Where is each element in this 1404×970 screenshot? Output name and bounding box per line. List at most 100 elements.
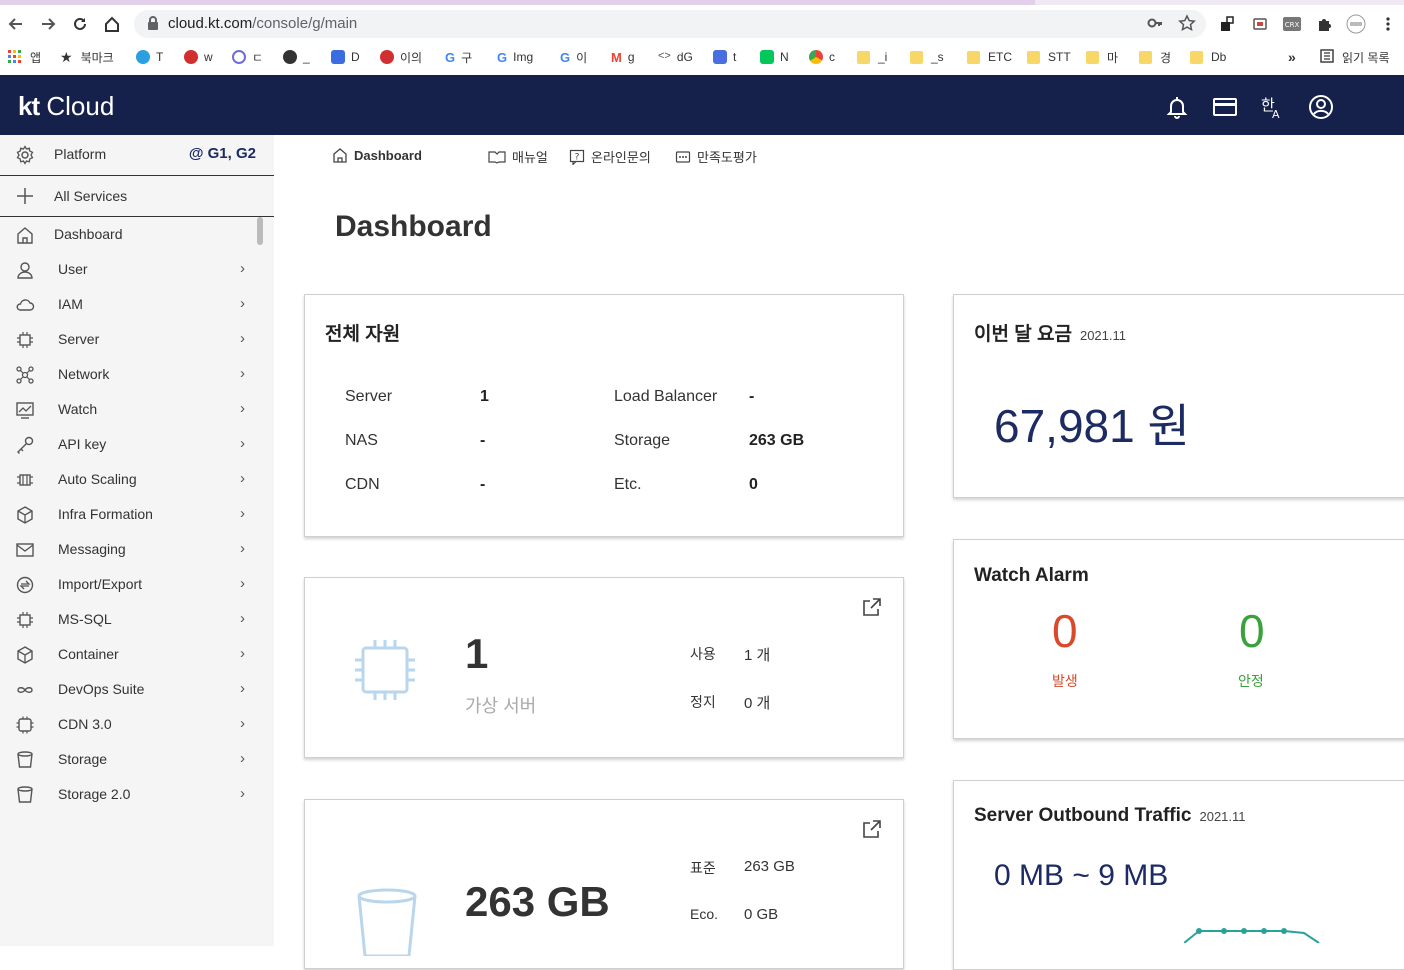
external-link-icon[interactable]	[861, 818, 885, 842]
server-status-value: 0 개	[744, 695, 771, 712]
resource-value: 1	[480, 388, 489, 405]
key-icon[interactable]	[1146, 14, 1164, 37]
bookmark-item[interactable]: ㄷ	[232, 47, 263, 67]
sidebar-item-api-key[interactable]: API key ›	[0, 427, 274, 462]
resource-label: CDN	[345, 476, 380, 493]
card-title: Server Outbound Traffic 2021.11	[974, 805, 1246, 826]
sidebar-item-storage-2[interactable]: Storage 2.0 ›	[0, 777, 274, 812]
bookmark-item[interactable]: <> dG	[658, 47, 693, 67]
extension-icon[interactable]	[1217, 14, 1237, 34]
bookmark-folder[interactable]: _s	[910, 47, 944, 67]
network-icon	[15, 365, 35, 385]
sidebar-item-dashboard[interactable]: Dashboard	[0, 217, 274, 252]
chevron-right-icon: ›	[240, 400, 245, 417]
chevron-right-icon: ›	[240, 610, 245, 627]
bookmark-item[interactable]: t	[713, 47, 736, 67]
kt-cloud-logo[interactable]: kt Cloud	[18, 91, 114, 122]
svg-text:A: A	[1272, 108, 1280, 120]
bookmark-item[interactable]: D	[331, 47, 360, 67]
sidebar-item-devops-suite[interactable]: DevOps Suite ›	[0, 672, 274, 707]
nav-survey-link[interactable]: 만족도평가	[675, 147, 757, 166]
server-status-value: 1 개	[744, 647, 771, 664]
sidebar-item-ms-sql[interactable]: MS-SQL ›	[0, 602, 274, 637]
star-icon[interactable]	[1178, 14, 1196, 37]
nav-manual-link[interactable]: 매뉴얼	[488, 147, 548, 166]
all-services-button[interactable]: All Services	[0, 176, 274, 217]
bookmark-item[interactable]: G Img	[497, 47, 533, 67]
sidebar-item-label: MS-SQL	[58, 611, 112, 627]
sidebar-item-messaging[interactable]: Messaging ›	[0, 532, 274, 567]
bookmark-item[interactable]: 이의	[380, 47, 422, 67]
star-bookmark-icon: ★	[60, 48, 73, 65]
google-icon: G	[497, 50, 508, 65]
bookmark-item[interactable]: G이	[560, 47, 587, 67]
sidebar-item-user[interactable]: User ›	[0, 252, 274, 287]
bookmark-folder[interactable]: 마	[1086, 47, 1118, 67]
bookmark-folder[interactable]: STT	[1027, 47, 1071, 67]
bookmark-item[interactable]: ★ 북마크	[60, 47, 114, 67]
app-header: kt Cloud 한A	[0, 75, 1404, 135]
sidebar-item-iam[interactable]: IAM ›	[0, 287, 274, 322]
sidebar-item-label: Container	[58, 646, 119, 662]
sidebar: Platform @ G1, G2 All Services Dashboard…	[0, 135, 274, 946]
sidebar-item-storage[interactable]: Storage ›	[0, 742, 274, 777]
sidebar-item-label: Watch	[58, 401, 98, 417]
bookmark-item[interactable]: _	[283, 47, 310, 67]
crx-icon[interactable]: CRX	[1282, 14, 1302, 34]
external-link-icon[interactable]	[861, 596, 885, 620]
resource-label: Etc.	[614, 476, 642, 493]
bookmark-folder[interactable]: _i	[857, 47, 887, 67]
box-icon	[15, 645, 35, 665]
billing-card-icon[interactable]	[1212, 94, 1238, 120]
folder-icon	[1190, 50, 1203, 64]
sidebar-item-network[interactable]: Network ›	[0, 357, 274, 392]
bookmark-item[interactable]: G구	[445, 47, 472, 67]
language-icon[interactable]: 한A	[1260, 94, 1286, 121]
sidebar-item-watch[interactable]: Watch ›	[0, 392, 274, 427]
main-content: Dashboard 매뉴얼 ? 온라인문의 만족도평가 Dashboard 전체…	[274, 135, 1404, 970]
back-icon[interactable]	[4, 12, 28, 36]
storage-type-value: 263 GB	[744, 858, 795, 875]
bookmark-folder[interactable]: Db	[1190, 47, 1226, 67]
svg-text:?: ?	[575, 152, 580, 162]
alarm-stable-count[interactable]: 0	[1239, 604, 1265, 658]
account-icon[interactable]	[1308, 94, 1334, 120]
bookmark-folder[interactable]: 경	[1139, 47, 1171, 67]
sidebar-item-infra-formation[interactable]: Infra Formation ›	[0, 497, 274, 532]
forward-icon[interactable]	[36, 12, 60, 36]
sidebar-item-server[interactable]: Server ›	[0, 322, 274, 357]
bell-icon[interactable]	[1164, 94, 1190, 120]
bookmark-folder[interactable]: ETC	[967, 47, 1012, 67]
cast-icon[interactable]	[1250, 14, 1270, 34]
profile-avatar-icon[interactable]	[1346, 14, 1366, 34]
folder-icon	[1086, 50, 1099, 64]
chip-icon	[15, 610, 35, 630]
chevron-right-icon: ›	[240, 785, 245, 802]
bookmark-item[interactable]: N	[760, 47, 789, 67]
sidebar-item-auto-scaling[interactable]: Auto Scaling ›	[0, 462, 274, 497]
sidebar-item-container[interactable]: Container ›	[0, 637, 274, 672]
sidebar-item-cdn[interactable]: CDN 3.0 ›	[0, 707, 274, 742]
apps-bookmark[interactable]: 앱	[8, 47, 41, 67]
reading-list-button[interactable]: 읽기 목록	[1320, 47, 1390, 67]
home-button-icon[interactable]	[100, 12, 124, 36]
kebab-menu-icon[interactable]	[1378, 14, 1398, 34]
more-bookmarks-button[interactable]: »	[1288, 47, 1296, 67]
alarm-fired-count[interactable]: 0	[1052, 604, 1078, 658]
reload-icon[interactable]	[68, 12, 92, 36]
chip-icon	[15, 330, 35, 350]
bookmark-item[interactable]: w	[184, 47, 213, 67]
chip-icon	[15, 715, 35, 735]
bookmark-item[interactable]: Mg	[611, 47, 635, 67]
bookmark-item[interactable]: T	[136, 47, 163, 67]
address-bar[interactable]: cloud.kt.com/console/g/main	[134, 10, 1206, 38]
bookmark-favicon	[184, 50, 198, 64]
server-count: 1	[465, 630, 489, 677]
platform-selector[interactable]: Platform @ G1, G2	[0, 135, 274, 176]
traffic-period: 2021.11	[1199, 809, 1246, 824]
bookmark-item[interactable]: c	[809, 47, 835, 67]
sidebar-item-import-export[interactable]: Import/Export ›	[0, 567, 274, 602]
nav-inquiry-link[interactable]: ? 온라인문의	[569, 147, 651, 166]
nav-dashboard-link[interactable]: Dashboard	[332, 147, 422, 163]
puzzle-icon[interactable]	[1314, 14, 1334, 34]
